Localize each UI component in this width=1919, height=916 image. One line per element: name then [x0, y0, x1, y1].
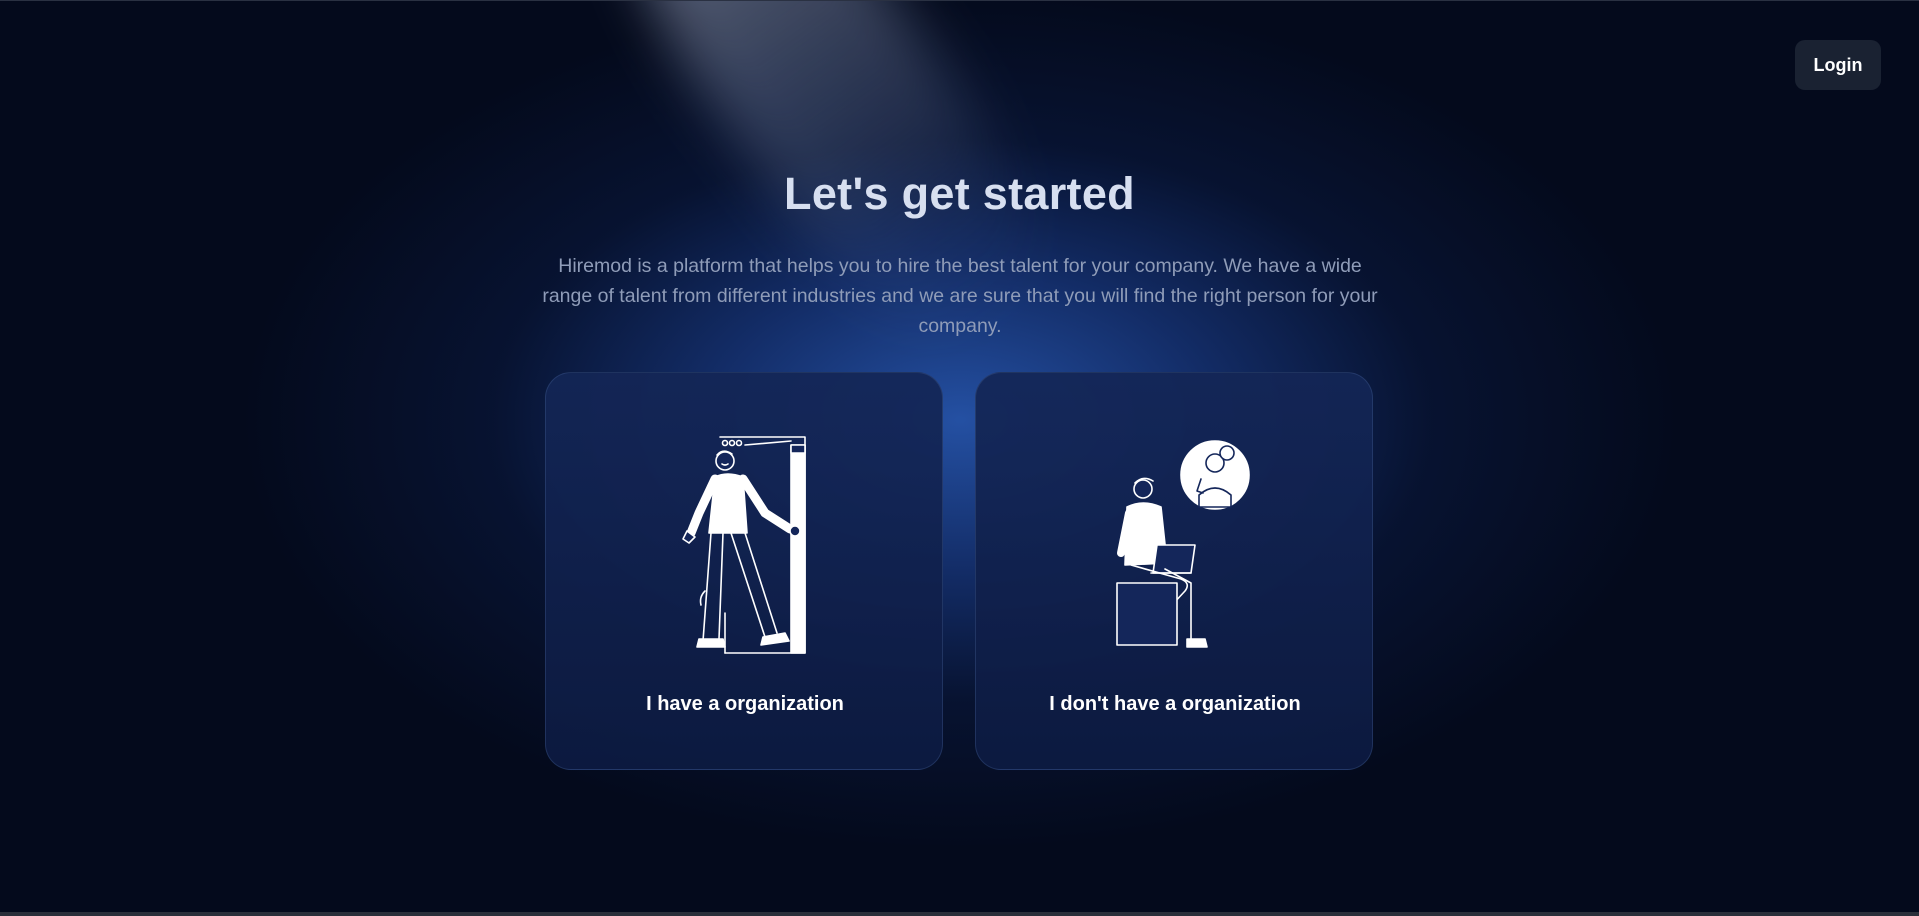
top-border [0, 0, 1919, 1]
option-label: I have a organization [646, 693, 844, 715]
option-card-has-organization[interactable]: I have a organization [545, 372, 943, 770]
page-title: Let's get started [784, 168, 1135, 219]
page-description: Hiremod is a platform that helps you to … [542, 255, 1378, 337]
person-with-laptop-icon [976, 433, 1374, 663]
person-opening-door-icon [546, 433, 944, 663]
login-button[interactable]: Login [1795, 40, 1881, 90]
bottom-border [0, 912, 1919, 916]
option-card-no-organization[interactable]: I don't have a organization [975, 372, 1373, 770]
option-label: I don't have a organization [1049, 693, 1301, 715]
